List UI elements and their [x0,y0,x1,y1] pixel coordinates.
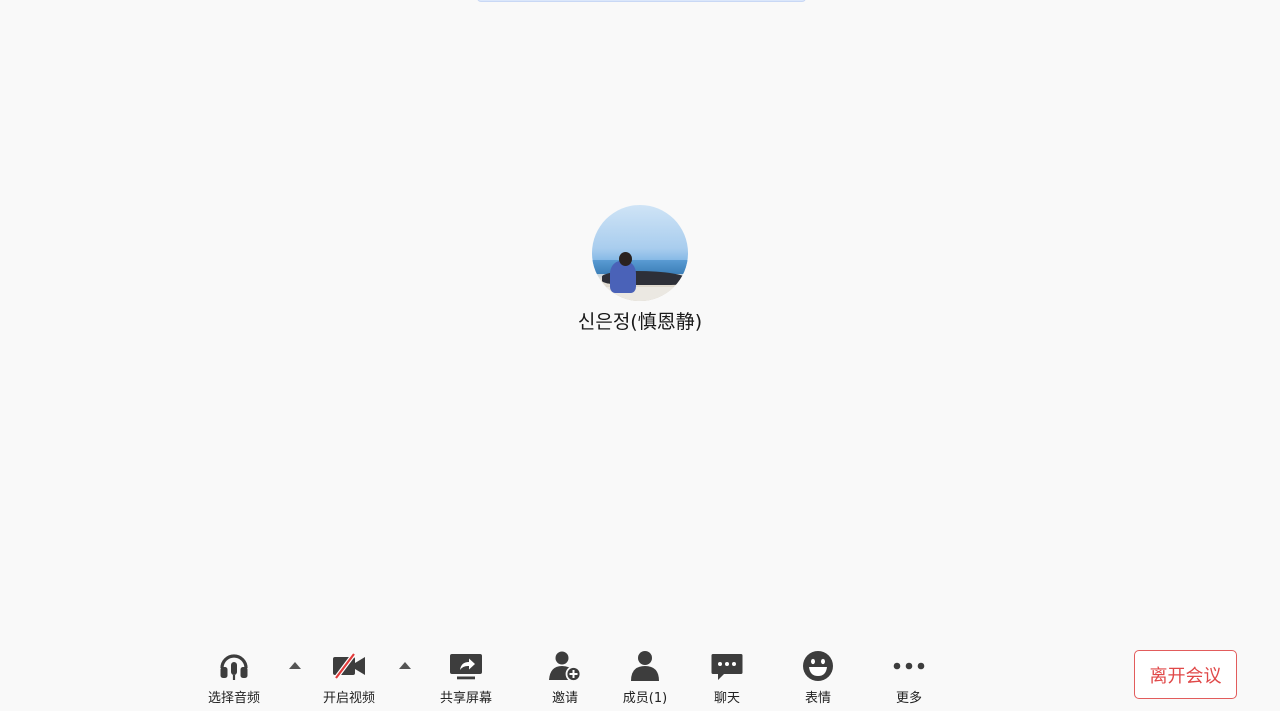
chat-button[interactable]: 聊天 [698,648,756,706]
share-screen-button[interactable]: 共享屏幕 [432,648,500,706]
more-label: 更多 [895,691,922,706]
leave-meeting-button[interactable]: 离开会议 [1134,650,1237,699]
meeting-toolbar: 选择音频 开启视频 共享屏幕 邀请 成员(1) 聊天 表情 更多 离开会议 [0,640,1280,711]
chat-bubble-icon [709,648,745,684]
participant-name: 신은정(慎恩静) [577,311,703,333]
share-screen-icon [448,648,484,684]
chat-label: 聊天 [713,691,740,706]
select-audio-label: 选择音频 [207,691,260,706]
emoji-button[interactable]: 表情 [789,648,847,706]
smiley-icon [800,648,836,684]
audio-options-caret[interactable] [289,662,301,669]
top-tab-handle[interactable] [477,0,806,2]
avatar [592,205,688,301]
members-button[interactable]: 成员(1) [613,648,677,706]
participant-tile: 신은정(慎恩静) [540,205,740,334]
headset-icon [216,648,252,684]
invite-button[interactable]: 邀请 [536,648,594,706]
start-video-button[interactable]: 开启视频 [316,648,382,706]
emoji-label: 表情 [804,691,831,706]
share-screen-label: 共享屏幕 [439,691,492,706]
add-user-icon [547,648,583,684]
meeting-window: 신은정(慎恩静) 选择音频 开启视频 共享屏幕 邀请 成员(1) 聊天 表情 更… [0,0,1280,711]
video-off-icon [331,648,367,684]
more-button[interactable]: 更多 [880,648,938,706]
members-label: 成员(1) [622,691,668,706]
user-icon [627,648,663,684]
video-options-caret[interactable] [399,662,411,669]
more-dots-icon [891,648,927,684]
invite-label: 邀请 [551,691,578,706]
start-video-label: 开启视频 [322,691,375,706]
select-audio-button[interactable]: 选择音频 [200,648,268,706]
